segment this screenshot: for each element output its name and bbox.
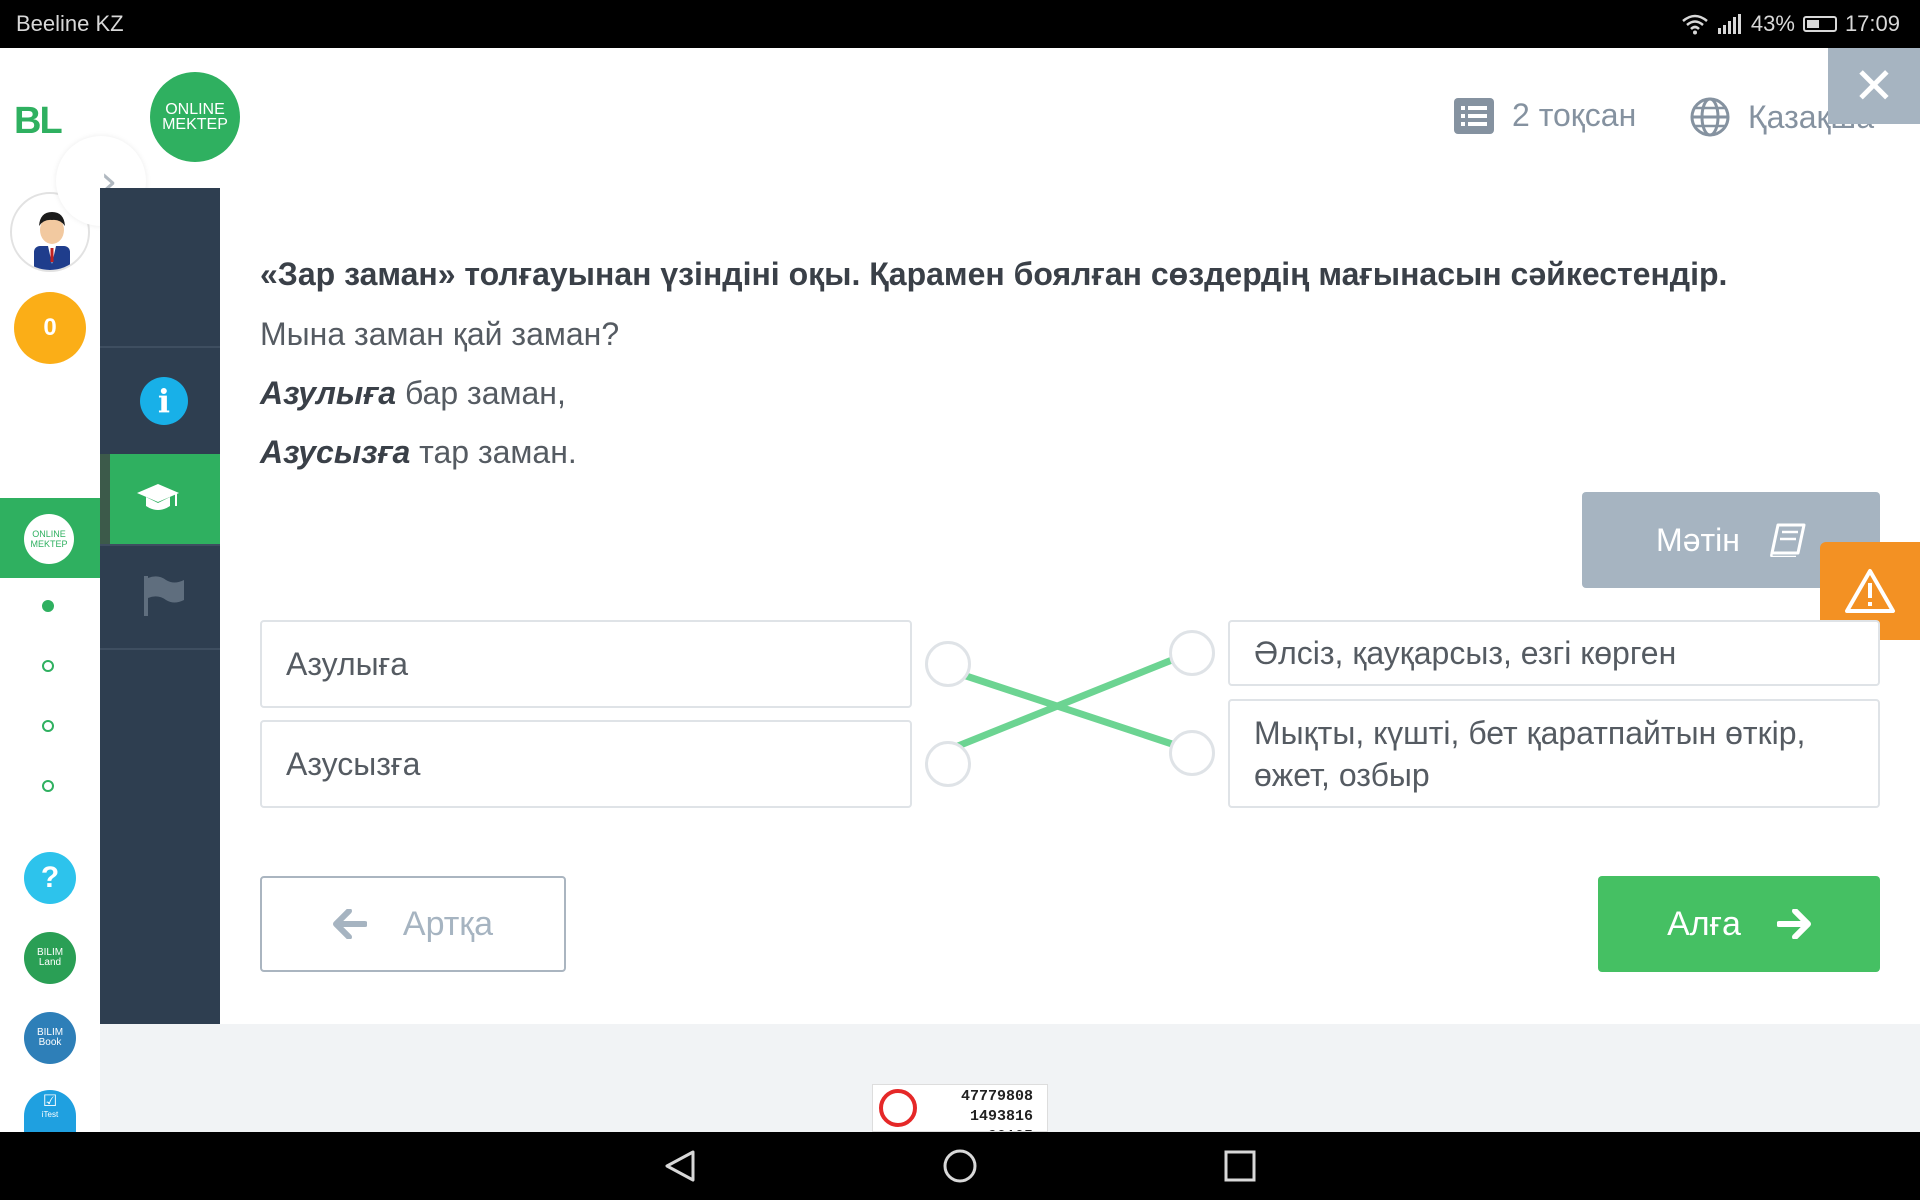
battery-percent: 43%: [1750, 11, 1795, 36]
check-icon: ☑: [42, 1093, 58, 1110]
carrier-label: Beeline KZ: [16, 11, 124, 36]
poem-line-1: Мына заман қай заман?: [260, 316, 620, 352]
match-left-item[interactable]: Азулыға: [260, 620, 912, 708]
bilimland-button[interactable]: BILIM Land: [24, 932, 76, 984]
bilimbook-button[interactable]: BILIM Book: [24, 1012, 76, 1064]
red-ring-icon: [879, 1089, 917, 1127]
wifi-icon: [1682, 14, 1708, 35]
score-badge: 0: [14, 292, 86, 364]
next-button[interactable]: Алға: [1598, 876, 1880, 972]
flag-icon[interactable]: [140, 572, 186, 623]
close-button[interactable]: ✕: [1828, 48, 1920, 124]
poem-line-3: Азусызға тар заман.: [260, 434, 577, 470]
match-anchor-left[interactable]: [925, 641, 971, 687]
info-icon[interactable]: i: [140, 377, 188, 425]
clock: 17:09: [1844, 11, 1900, 36]
match-right-item[interactable]: Әлсіз, қауқарсыз, езгі көрген: [1228, 620, 1880, 686]
stamp-overlay: 47779808 1493816 90105: [872, 1084, 1048, 1132]
system-nav-bar: [0, 1132, 1920, 1200]
match-anchor-left[interactable]: [925, 741, 971, 787]
list-icon: [1454, 97, 1494, 134]
brand-logo[interactable]: BL: [14, 100, 63, 143]
progress-dot[interactable]: [42, 780, 54, 792]
warning-icon: [1845, 569, 1895, 613]
online-mektep-logo[interactable]: ONLINE MEKTEP: [150, 72, 240, 162]
recents-square-icon[interactable]: [1224, 1150, 1256, 1182]
quarter-selector[interactable]: 2 тоқсан: [1454, 97, 1636, 134]
sidebar-item-online-mektep[interactable]: ONLINE MEKTEP: [0, 498, 100, 578]
back-button[interactable]: Артқа: [260, 876, 566, 972]
graduation-cap-icon: [137, 484, 179, 510]
progress-dot[interactable]: [42, 720, 54, 732]
battery-icon: [1802, 16, 1837, 32]
quarter-label: 2 тоқсан: [1512, 97, 1637, 133]
progress-dot[interactable]: [42, 660, 54, 672]
poem-line-2: Азулыға бар заман,: [260, 375, 566, 411]
back-triangle-icon[interactable]: [663, 1149, 697, 1183]
match-anchor-right[interactable]: [1169, 630, 1215, 676]
help-button[interactable]: ?: [24, 852, 76, 904]
match-right-item[interactable]: Мықты, күшті, бет қаратпайтын өткір, өже…: [1228, 699, 1880, 808]
home-circle-icon[interactable]: [942, 1148, 978, 1184]
status-bar: Beeline KZ 43% 17:09: [0, 0, 1920, 48]
match-anchor-right[interactable]: [1169, 730, 1215, 776]
nav-item-learn[interactable]: [100, 454, 220, 544]
header-bar: [100, 48, 1920, 188]
task-title: «Зар заман» толғауынан үзіндіні оқы. Қар…: [260, 256, 1728, 292]
online-mektep-mini-logo: ONLINE MEKTEP: [24, 514, 74, 564]
progress-dot[interactable]: [42, 600, 54, 612]
signal-icon: [1717, 14, 1741, 34]
close-icon: ✕: [1853, 57, 1895, 115]
arrow-left-icon: [332, 909, 367, 939]
book-icon: [1770, 523, 1806, 557]
globe-icon: [1690, 97, 1730, 137]
arrow-right-icon: [1776, 909, 1811, 939]
match-left-item[interactable]: Азусызға: [260, 720, 912, 808]
